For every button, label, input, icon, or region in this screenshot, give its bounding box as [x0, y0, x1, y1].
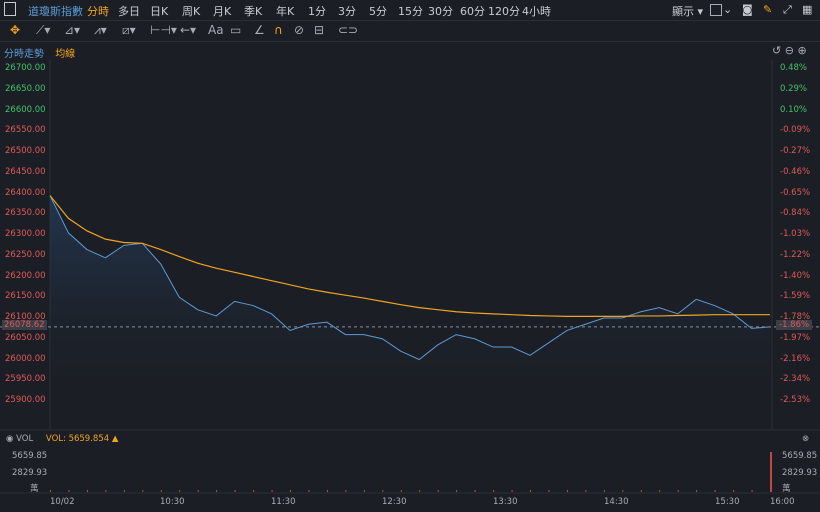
- vol-tick-unit-right: 萬: [782, 484, 791, 494]
- vol-tick-high-right: 5659.85: [782, 451, 818, 461]
- volume-bar: [566, 490, 568, 492]
- volume-bar: [511, 490, 513, 492]
- time-tick: 11:30: [271, 497, 296, 507]
- volume-bar: [382, 490, 384, 492]
- volume-bar: [253, 490, 255, 492]
- volume-bar: [68, 490, 70, 492]
- vol-tick-high: 5659.85: [12, 451, 48, 461]
- volume-bar: [474, 490, 476, 492]
- close-volume-icon[interactable]: ⊗: [802, 434, 809, 444]
- volume-bar: [363, 490, 365, 492]
- time-tick: 10/02: [50, 497, 75, 507]
- volume-bar: [751, 490, 753, 492]
- volume-bar: [271, 490, 273, 492]
- price-area: [50, 195, 770, 401]
- volume-bar: [714, 490, 716, 492]
- time-tick: 10:30: [160, 497, 185, 507]
- volume-bar: [345, 490, 347, 492]
- volume-bar-last: [770, 452, 772, 492]
- time-tick: 14:30: [604, 497, 629, 507]
- volume-bar: [142, 490, 144, 492]
- volume-bar: [234, 490, 236, 492]
- volume-bar: [640, 490, 642, 492]
- volume-bar: [326, 490, 328, 492]
- time-tick: 16:00: [770, 497, 795, 507]
- volume-value: VOL: 5659.854 ▲: [45, 434, 119, 444]
- volume-header: ◉ VOL VOL: 5659.854 ▲: [6, 434, 118, 444]
- volume-bar: [216, 490, 218, 492]
- volume-bar: [585, 490, 587, 492]
- vol-tick-unit: 萬: [30, 484, 39, 494]
- volume-bar: [548, 490, 550, 492]
- volume-bar: [86, 490, 88, 492]
- volume-bar: [696, 490, 698, 492]
- volume-bar: [493, 490, 495, 492]
- time-tick: 15:30: [715, 497, 740, 507]
- time-tick: 12:30: [382, 497, 407, 507]
- volume-label: VOL: [16, 434, 34, 444]
- current-pct-tag: -1.86%: [776, 320, 813, 330]
- chart-svg: [0, 60, 820, 494]
- volume-bar: [659, 490, 661, 492]
- volume-bar: [179, 490, 181, 492]
- volume-bar: [456, 490, 458, 492]
- volume-bar: [400, 490, 402, 492]
- hide-volume-icon[interactable]: ◉: [6, 434, 13, 444]
- volume-bar: [603, 490, 605, 492]
- volume-bar: [419, 490, 421, 492]
- volume-bar: [677, 490, 679, 492]
- volume-bar: [105, 490, 107, 492]
- volume-bar: [50, 490, 51, 492]
- volume-bar: [160, 490, 162, 492]
- volume-bar: [197, 490, 199, 492]
- volume-bar: [290, 490, 291, 492]
- volume-bar: [530, 490, 531, 492]
- volume-bar: [437, 490, 439, 492]
- vol-tick-mid-right: 2829.93: [782, 468, 818, 478]
- volume-bar: [622, 490, 624, 492]
- time-tick: 13:30: [493, 497, 518, 507]
- vol-tick-mid: 2829.93: [12, 468, 48, 478]
- volume-bar: [123, 490, 125, 492]
- volume-bar: [733, 490, 735, 492]
- volume-bar: [308, 490, 310, 492]
- current-price-tag: 26078.62: [2, 320, 47, 330]
